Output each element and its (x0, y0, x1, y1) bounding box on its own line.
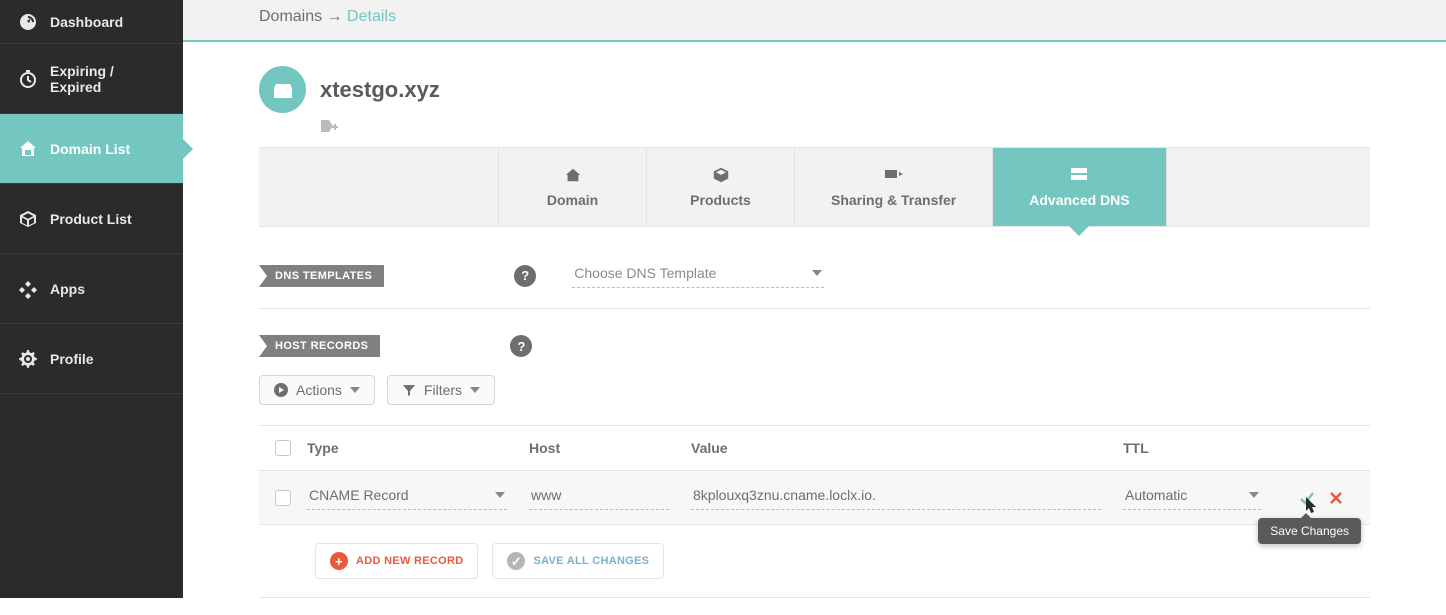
filters-button[interactable]: Filters (387, 375, 495, 405)
main-content: Domains → Details xtestgo.xyz Domain (183, 0, 1446, 598)
table-header-row: Type Host Value TTL (259, 426, 1370, 470)
row-checkbox[interactable] (275, 490, 291, 506)
column-header-ttl: TTL (1123, 440, 1283, 456)
play-icon (274, 383, 288, 397)
chevron-down-icon (812, 270, 822, 276)
column-header-host: Host (529, 440, 691, 456)
filter-icon (402, 383, 416, 397)
section-label-dns-templates: DNS TEMPLATES (259, 265, 384, 287)
tab-label: Domain (547, 192, 598, 208)
domain-icon (259, 66, 306, 113)
sidebar-item-apps[interactable]: Apps (0, 254, 183, 324)
sidebar-item-product-list[interactable]: Product List (0, 184, 183, 254)
chevron-down-icon (350, 387, 360, 393)
host-records-section: HOST RECORDS ? (259, 325, 1370, 369)
delete-record-button[interactable] (1329, 491, 1343, 505)
share-icon (883, 166, 905, 184)
record-type-select[interactable]: CNAME Record (307, 485, 507, 510)
filters-label: Filters (424, 382, 462, 398)
add-tag-icon[interactable] (320, 119, 1370, 133)
plus-icon: + (330, 552, 348, 570)
record-ttl-value: Automatic (1125, 487, 1187, 503)
sidebar-item-expiring[interactable]: Expiring / Expired (0, 44, 183, 114)
home-icon (18, 139, 38, 159)
tab-advanced-dns[interactable]: Advanced DNS (993, 148, 1166, 226)
chevron-down-icon (1249, 492, 1259, 498)
tab-label: Sharing & Transfer (831, 192, 956, 208)
box-icon (712, 166, 730, 184)
home-icon (564, 166, 582, 184)
sidebar-item-profile[interactable]: Profile (0, 324, 183, 394)
breadcrumb-leaf[interactable]: Details (347, 8, 396, 25)
tab-label: Products (690, 192, 751, 208)
actions-button[interactable]: Actions (259, 375, 375, 405)
host-records-table: Type Host Value TTL CNAME Record (259, 425, 1370, 525)
gear-icon (18, 349, 38, 369)
sidebar-item-label: Dashboard (50, 14, 123, 30)
save-all-changes-label: SAVE ALL CHANGES (533, 555, 649, 567)
tab-sharing-transfer[interactable]: Sharing & Transfer (795, 148, 993, 226)
box-icon (18, 209, 38, 229)
actions-label: Actions (296, 382, 342, 398)
record-action-buttons: Actions Filters (259, 375, 1370, 405)
sidebar: Dashboard Expiring / Expired Domain List… (0, 0, 183, 598)
save-changes-tooltip: Save Changes (1258, 518, 1361, 544)
record-host-input[interactable] (529, 485, 669, 510)
dns-template-select[interactable]: Choose DNS Template (572, 263, 824, 288)
record-value-input[interactable] (691, 485, 1101, 510)
sidebar-item-label: Product List (50, 211, 132, 227)
breadcrumb-root[interactable]: Domains (259, 8, 322, 25)
tab-products[interactable]: Products (647, 148, 795, 226)
help-icon[interactable]: ? (510, 335, 532, 357)
record-ttl-select[interactable]: Automatic (1123, 485, 1261, 510)
apps-icon (18, 279, 38, 299)
add-new-record-label: ADD NEW RECORD (356, 555, 463, 567)
save-record-button[interactable]: Save Changes (1299, 490, 1315, 506)
breadcrumb: Domains → Details (183, 0, 1446, 42)
tabs: Domain Products Sharing & Transfer Advan… (259, 147, 1370, 227)
sidebar-item-label: Apps (50, 281, 85, 297)
sidebar-item-label: Profile (50, 351, 94, 367)
tab-domain[interactable]: Domain (499, 148, 647, 226)
column-header-value: Value (691, 440, 1123, 456)
table-row: CNAME Record Automatic (259, 470, 1370, 525)
footer-actions: + ADD NEW RECORD ✓ SAVE ALL CHANGES (259, 525, 1370, 598)
dns-template-placeholder: Choose DNS Template (574, 265, 716, 281)
sidebar-item-label: Domain List (50, 141, 130, 157)
dns-templates-section: DNS TEMPLATES ? Choose DNS Template (259, 253, 1370, 309)
check-icon: ✓ (507, 552, 525, 570)
chevron-down-icon (470, 387, 480, 393)
clock-icon (18, 69, 38, 89)
save-all-changes-button[interactable]: ✓ SAVE ALL CHANGES (492, 543, 664, 579)
dashboard-icon (18, 12, 38, 32)
chevron-down-icon (495, 492, 505, 498)
sidebar-item-label: Expiring / Expired (50, 63, 165, 95)
help-icon[interactable]: ? (514, 265, 536, 287)
column-header-type: Type (307, 440, 529, 456)
sidebar-item-dashboard[interactable]: Dashboard (0, 0, 183, 44)
domain-header: xtestgo.xyz (259, 66, 1370, 113)
sidebar-item-domain-list[interactable]: Domain List (0, 114, 183, 184)
tab-label: Advanced DNS (1029, 192, 1129, 208)
add-new-record-button[interactable]: + ADD NEW RECORD (315, 543, 478, 579)
select-all-checkbox[interactable] (275, 440, 291, 456)
record-type-value: CNAME Record (309, 487, 409, 503)
server-icon (1069, 166, 1089, 184)
domain-name: xtestgo.xyz (320, 77, 440, 103)
section-label-host-records: HOST RECORDS (259, 335, 380, 357)
